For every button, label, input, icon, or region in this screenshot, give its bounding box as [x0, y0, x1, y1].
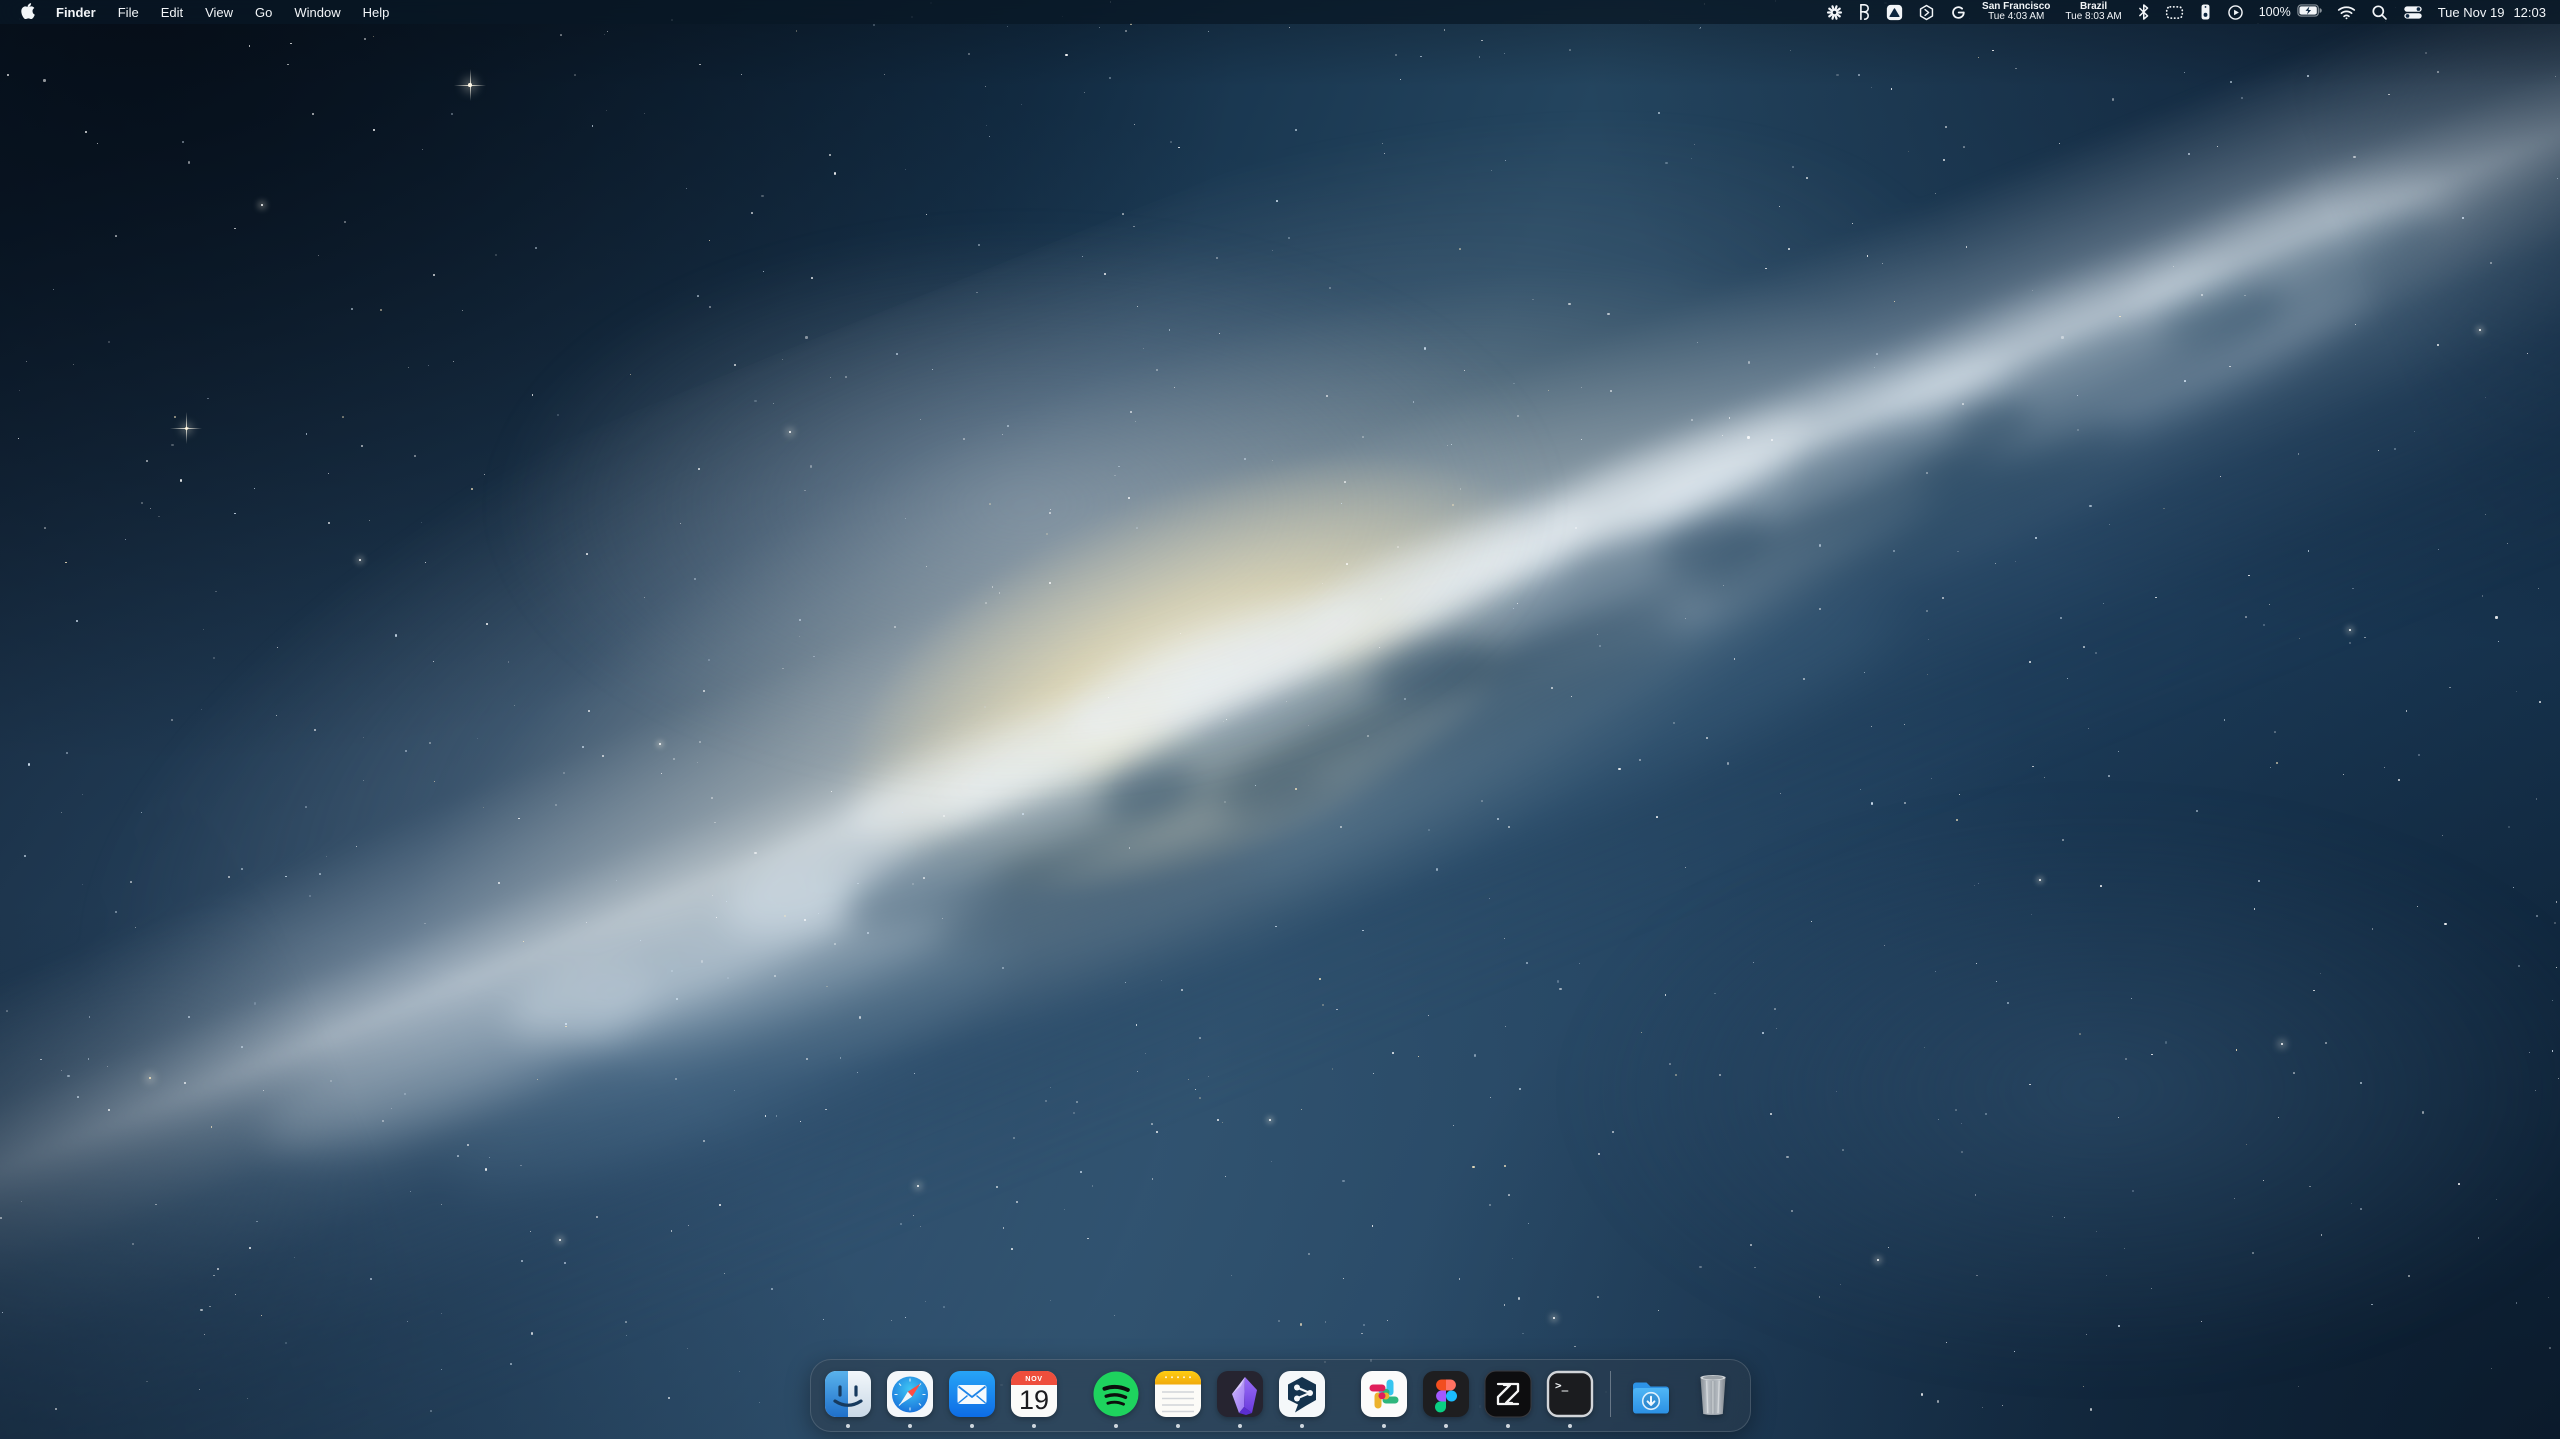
dock-item-trash[interactable]	[1689, 1370, 1737, 1418]
menu-item-window[interactable]: Window	[283, 0, 351, 24]
sunburst-icon[interactable]	[1826, 0, 1843, 24]
running-indicator	[846, 1424, 850, 1428]
running-indicator	[1382, 1424, 1386, 1428]
menu-item-go[interactable]: Go	[244, 0, 283, 24]
menu-bar-clock[interactable]: Tue Nov 19 12:03	[2438, 5, 2546, 20]
running-indicator	[1238, 1424, 1242, 1428]
apple-menu[interactable]	[12, 0, 45, 24]
dock-item-obsidian[interactable]	[1216, 1370, 1264, 1418]
world-clock-san-francisco[interactable]: San Francisco Tue 4:03 AM	[1982, 0, 2050, 24]
control-center-icon[interactable]	[2403, 0, 2423, 24]
dock-item-figma[interactable]	[1422, 1370, 1470, 1418]
running-indicator	[1568, 1424, 1572, 1428]
dock-wrap: NOV 19	[0, 1359, 2560, 1432]
menu-bar-left: Finder File Edit View Go Window Help	[0, 0, 400, 24]
battery-charging-icon	[2297, 4, 2322, 20]
running-indicator	[908, 1424, 912, 1428]
menu-bar-time: 12:03	[2513, 5, 2546, 20]
menu-item-help[interactable]: Help	[352, 0, 401, 24]
wallpaper-galaxy	[0, 0, 2560, 1439]
dock-spacer	[1340, 1370, 1346, 1418]
dock-item-finder[interactable]	[824, 1370, 872, 1418]
wifi-icon[interactable]	[2337, 0, 2356, 24]
world-clock-time: Tue 4:03 AM	[1988, 12, 2044, 23]
running-indicator	[1032, 1424, 1036, 1428]
desktop: { "menu_bar": { "app_name": "Finder", "i…	[0, 0, 2560, 1439]
phone-icon[interactable]	[2199, 0, 2212, 24]
battery-status[interactable]: 100%	[2259, 4, 2322, 20]
menu-item-file[interactable]: File	[107, 0, 150, 24]
running-indicator	[970, 1424, 974, 1428]
vignette	[0, 0, 2560, 1439]
terminal-prompt: >_	[1555, 1379, 1569, 1392]
menu-item-edit[interactable]: Edit	[150, 0, 194, 24]
calendar-month: NOV	[1025, 1374, 1042, 1383]
dock-item-zed[interactable]	[1484, 1370, 1532, 1418]
bluetooth-icon[interactable]	[2137, 0, 2150, 24]
dock-separator	[1610, 1371, 1611, 1417]
dock-item-slack[interactable]	[1360, 1370, 1408, 1418]
dock-item-safari[interactable]	[886, 1370, 934, 1418]
dock-item-mail[interactable]	[948, 1370, 996, 1418]
calendar-day: 19	[1018, 1385, 1048, 1415]
triangle-box-icon[interactable]	[1886, 0, 1903, 24]
running-indicator	[1506, 1424, 1510, 1428]
running-indicator	[1176, 1424, 1180, 1428]
figma-icon[interactable]	[1858, 0, 1871, 24]
running-indicator	[1300, 1424, 1304, 1428]
menu-bar-date: Tue Nov 19	[2438, 5, 2505, 20]
dock-item-terminal[interactable]: >_	[1546, 1370, 1594, 1418]
battery-percent: 100%	[2259, 5, 2291, 19]
running-indicator	[1114, 1424, 1118, 1428]
world-clock-time: Tue 8:03 AM	[2065, 12, 2121, 23]
menu-bar-status: San Francisco Tue 4:03 AM Brazil Tue 8:0…	[1826, 0, 2560, 24]
menu-item-view[interactable]: View	[194, 0, 244, 24]
now-playing-icon[interactable]	[2227, 0, 2244, 24]
dock-item-calendar[interactable]: NOV 19	[1010, 1370, 1058, 1418]
dock-spacer	[1072, 1370, 1078, 1418]
dotted-selection-icon[interactable]	[2165, 0, 2184, 24]
apple-icon	[20, 2, 35, 22]
dock-item-spotify[interactable]	[1092, 1370, 1140, 1418]
dock-item-share-graph-app[interactable]	[1278, 1370, 1326, 1418]
search-icon[interactable]	[2371, 0, 2388, 24]
menu-app-name[interactable]: Finder	[45, 0, 107, 24]
dock-item-downloads[interactable]	[1627, 1370, 1675, 1418]
g-icon[interactable]	[1950, 0, 1967, 24]
menu-bar: Finder File Edit View Go Window Help	[0, 0, 2560, 24]
dock: NOV 19	[810, 1359, 1751, 1432]
hexagon-arrow-icon[interactable]	[1918, 0, 1935, 24]
world-clock-brazil[interactable]: Brazil Tue 8:03 AM	[2065, 0, 2121, 24]
running-indicator	[1444, 1424, 1448, 1428]
dock-item-notes[interactable]	[1154, 1370, 1202, 1418]
